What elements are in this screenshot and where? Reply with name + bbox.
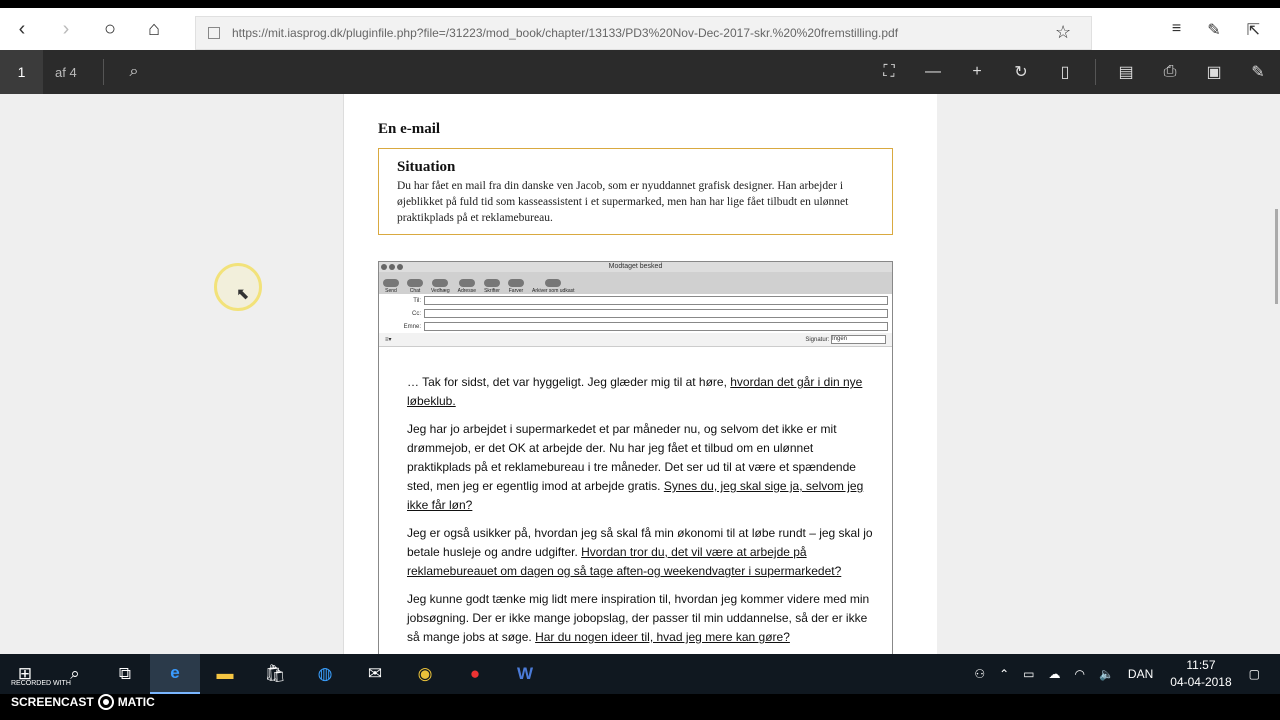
system-tray: ⚇ ⌃ ▭ ☁ ◠ 🔈 DAN 11:57 04-04-2018 ▢	[967, 654, 1280, 694]
battery-icon[interactable]: ▭	[1016, 667, 1041, 681]
page-icon	[208, 27, 220, 39]
divider	[1095, 59, 1096, 85]
recorded-with-label: RECORDED WITH	[11, 680, 71, 687]
mail-tool-draft: Arkiver som udkast	[532, 279, 575, 294]
mail-tool-address: Adresse	[458, 279, 476, 294]
mail-title: Modtaget besked	[608, 263, 663, 270]
page-count: af 4	[55, 64, 77, 80]
signature-label: Signatur:	[805, 337, 830, 344]
save-icon[interactable]: ▣	[1192, 50, 1236, 94]
document-heading: En e-mail	[378, 121, 441, 137]
search-icon[interactable]: ⌕	[112, 50, 156, 94]
pdf-toolbar: 1 af 4 ⌕ ⛶ — + ↻ ▯ ▤ ⎙ ▣ ✎	[0, 50, 1280, 94]
store-icon[interactable]: 🛍	[250, 654, 300, 694]
clock-time: 11:57	[1186, 658, 1216, 672]
mail-tool-colors: Farver	[507, 279, 524, 294]
language-indicator[interactable]: DAN	[1121, 667, 1160, 681]
mail-paragraph: Jeg kunne godt tænke mig lidt mere inspi…	[407, 592, 870, 644]
url-text: https://mit.iasprog.dk/pluginfile.php?fi…	[232, 26, 899, 40]
mail-tool-fonts: Skrifter	[483, 279, 500, 294]
fit-page-icon[interactable]: ⛶	[867, 50, 911, 94]
mail-field-cc: Cc:	[379, 307, 892, 320]
clock-date: 04-04-2018	[1170, 675, 1232, 689]
address-bar[interactable]: https://mit.iasprog.dk/pluginfile.php?fi…	[195, 16, 1092, 50]
browser-toolbar: ‹ › ○ ⌂ https://mit.iasprog.dk/pluginfil…	[0, 8, 1280, 50]
page-layout-icon[interactable]: ▯	[1043, 50, 1087, 94]
record-app-icon[interactable]: ●	[450, 654, 500, 694]
edge-browser-icon[interactable]: e	[150, 654, 200, 694]
back-icon[interactable]: ‹	[0, 8, 44, 50]
mail-tool-send: Send	[383, 279, 399, 294]
search-icon[interactable]: ⌕	[50, 654, 100, 694]
signature-select: Ingen	[831, 335, 886, 344]
scrollbar[interactable]	[1275, 209, 1278, 304]
notifications-icon[interactable]: ▢	[1242, 667, 1280, 681]
zoom-out-icon[interactable]: —	[911, 50, 955, 94]
zoom-in-icon[interactable]: +	[955, 50, 999, 94]
forward-icon[interactable]: ›	[44, 8, 88, 50]
record-circle-icon	[97, 694, 114, 710]
screencast-watermark: SCREENCAST MATIC	[11, 694, 155, 710]
situation-text: Du har fået en mail fra din danske ven J…	[397, 180, 849, 224]
people-icon[interactable]: ⚇	[967, 667, 992, 681]
wifi-icon[interactable]: ◠	[1067, 667, 1091, 681]
divider	[103, 59, 104, 85]
share-icon[interactable]: ⇱	[1247, 20, 1260, 40]
pdf-page: En e-mail Situation Du har fået en mail …	[343, 94, 937, 654]
mail-paragraph: Jeg er også usikker på, hvordan jeg så s…	[407, 526, 873, 578]
read-aloud-icon[interactable]: ▤	[1104, 50, 1148, 94]
volume-icon[interactable]: 🔈	[1092, 667, 1121, 681]
mail-body: … Tak for sidst, det var hyggeligt. Jeg …	[379, 347, 892, 647]
file-explorer-icon[interactable]: ▬	[200, 654, 250, 694]
taskbar: ⊞ ⌕ ⧉ e ▬ 🛍 ◍ ✉ ◉ ● W ⚇ ⌃ ▭ ☁ ◠ 🔈 DAN 11…	[0, 654, 1280, 694]
print-icon[interactable]: ⎙	[1148, 50, 1192, 94]
mail-toolbar: Send Chat Vedhæg Adresse Skrifter Farver…	[379, 272, 892, 294]
pdf-viewer[interactable]: En e-mail Situation Du har fået en mail …	[0, 94, 1280, 654]
hub-icon[interactable]: ≡	[1172, 20, 1181, 40]
mail-window-image: Modtaget besked Send Chat Vedhæg Adresse…	[378, 261, 893, 654]
mail-tool-attach: Vedhæg	[431, 279, 450, 294]
mail-field-subject: Emne:	[379, 320, 892, 333]
favorite-star-icon[interactable]: ☆	[1055, 22, 1071, 43]
refresh-icon[interactable]: ○	[88, 8, 132, 50]
chevron-up-icon[interactable]: ⌃	[992, 667, 1016, 681]
save-as-icon[interactable]: ✎	[1236, 50, 1280, 94]
cloud-icon[interactable]: ☁	[1041, 667, 1067, 681]
situation-title: Situation	[397, 159, 456, 175]
globe-app-icon[interactable]: ◍	[300, 654, 350, 694]
task-view-icon[interactable]: ⧉	[100, 654, 150, 694]
mail-paragraph: … Tak for sidst, det var hyggeligt. Jeg …	[407, 375, 863, 408]
notes-icon[interactable]: ✎	[1207, 20, 1220, 40]
mail-title-bar: Modtaget besked	[379, 262, 892, 272]
mail-field-to: Til:	[379, 294, 892, 307]
rotate-icon[interactable]: ↻	[999, 50, 1043, 94]
page-number-input[interactable]: 1	[0, 50, 43, 94]
mail-paragraph: Jeg har jo arbejdet i supermarkedet et p…	[407, 422, 864, 512]
bottom-black-bar	[0, 694, 1280, 720]
signature-row: ≡▾ Signatur: Ingen	[379, 333, 892, 347]
clock[interactable]: 11:57 04-04-2018	[1160, 657, 1241, 691]
home-icon[interactable]: ⌂	[132, 8, 176, 50]
word-icon[interactable]: W	[500, 654, 550, 694]
chrome-icon[interactable]: ◉	[400, 654, 450, 694]
mail-tool-chat: Chat	[407, 279, 423, 294]
start-button-icon[interactable]: ⊞	[0, 654, 50, 694]
mouse-cursor-icon: ⬉	[236, 286, 250, 303]
mail-icon[interactable]: ✉	[350, 654, 400, 694]
situation-box: Situation Du har fået en mail fra din da…	[378, 148, 893, 235]
